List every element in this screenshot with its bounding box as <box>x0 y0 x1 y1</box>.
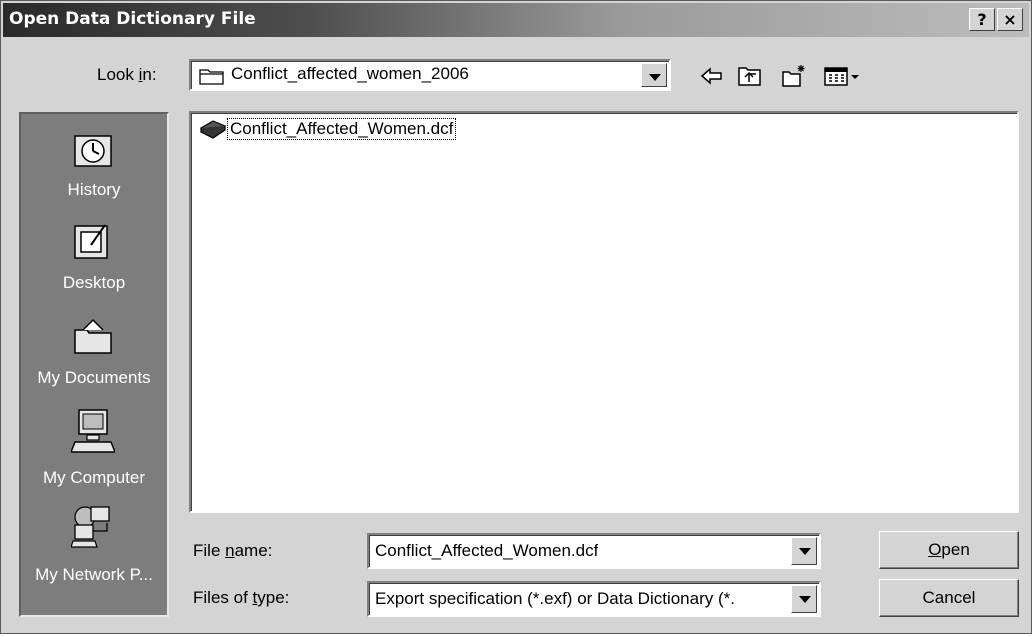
help-button[interactable]: ? <box>969 8 995 31</box>
place-my-network-label: My Network P... <box>35 565 153 584</box>
folder-icon <box>199 69 224 85</box>
place-history-label: History <box>67 180 121 199</box>
my-network-places-icon <box>71 506 110 548</box>
places-bar: History Desktop My Documents My Computer… <box>19 112 169 617</box>
look-in-combo[interactable]: Conflict_affected_women_2006 <box>189 59 671 91</box>
file-name-dropdown-button[interactable] <box>791 537 817 565</box>
back-arrow-icon[interactable] <box>699 63 725 89</box>
cancel-button[interactable]: Cancel <box>879 579 1019 617</box>
view-menu-icon[interactable] <box>823 63 867 89</box>
desktop-icon <box>74 224 108 259</box>
file-type-combo[interactable]: Export specification (*.exf) or Data Dic… <box>367 581 821 617</box>
look-in-value: Conflict_affected_women_2006 <box>231 64 469 83</box>
place-desktop-label: Desktop <box>62 273 126 292</box>
new-folder-icon[interactable] <box>781 63 807 89</box>
place-my-network[interactable]: My Network P... <box>21 503 167 608</box>
file-type-value: Export specification (*.exf) or Data Dic… <box>375 589 735 608</box>
dialog-title: Open Data Dictionary File <box>9 9 256 29</box>
look-in-dropdown-button[interactable] <box>641 63 667 87</box>
up-one-level-icon[interactable] <box>737 63 763 89</box>
place-my-computer[interactable]: My Computer <box>21 408 167 503</box>
file-type-label: Files of type: <box>193 588 290 607</box>
place-my-documents[interactable]: My Documents <box>21 314 167 409</box>
title-bar[interactable]: Open Data Dictionary File ? × <box>3 3 1029 37</box>
file-name-label: File name: <box>193 541 273 560</box>
open-file-dialog: Open Data Dictionary File ? × Look in: C… <box>0 0 1032 634</box>
close-button[interactable]: × <box>997 8 1023 31</box>
file-list[interactable] <box>189 111 1019 513</box>
dictionary-file-icon <box>199 120 227 139</box>
place-history[interactable]: History <box>21 124 167 219</box>
file-item-name: Conflict_Affected_Women.dcf <box>227 118 457 140</box>
place-my-computer-label: My Computer <box>42 468 146 487</box>
my-documents-icon <box>74 318 112 354</box>
open-button[interactable]: Open <box>879 531 1019 569</box>
history-icon <box>74 135 112 167</box>
file-name-input[interactable]: Conflict_Affected_Women.dcf <box>375 541 598 561</box>
look-in-label: Look in: <box>97 65 157 84</box>
file-type-dropdown-button[interactable] <box>791 585 817 613</box>
place-desktop[interactable]: Desktop <box>21 219 167 314</box>
my-computer-icon <box>71 409 115 453</box>
place-my-documents-label: My Documents <box>37 368 151 387</box>
file-name-combo[interactable]: Conflict_Affected_Women.dcf <box>367 533 821 569</box>
